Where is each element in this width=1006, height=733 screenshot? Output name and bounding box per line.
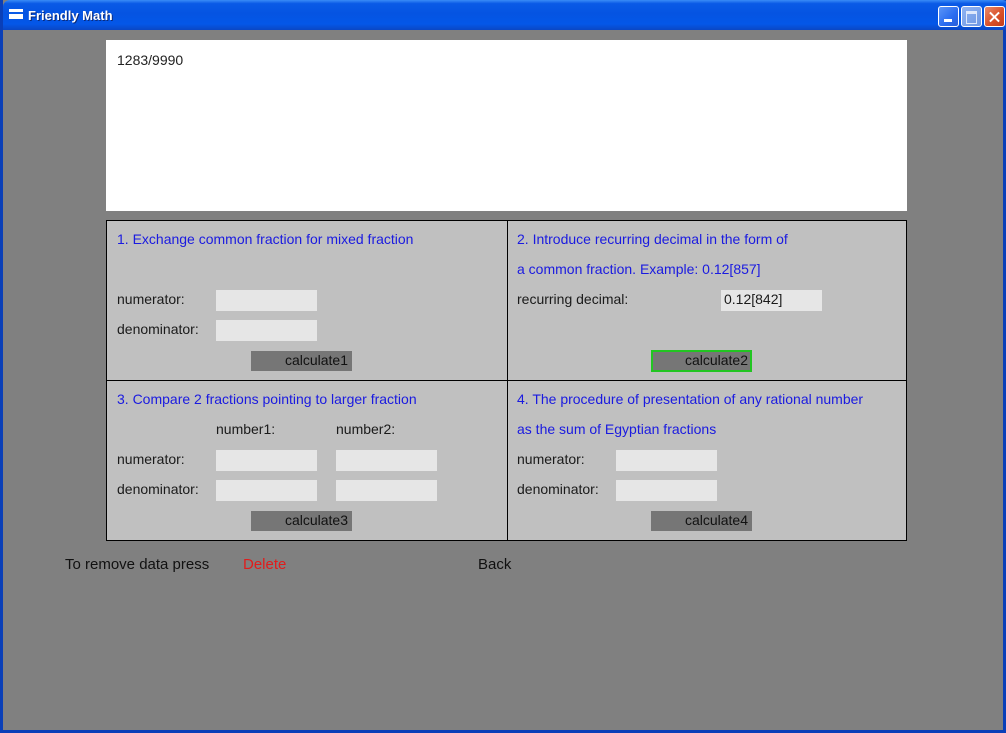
app-window-icon [9,9,23,19]
panel3-numerator-label: numerator: [117,451,185,467]
recurring-decimal-input[interactable]: 0.12[842] [721,290,822,311]
panel3-number2-numerator-input[interactable] [336,450,437,471]
window-title: Friendly Math [28,8,113,23]
panel4-title-line2: as the sum of Egyptian fractions [517,421,717,437]
result-text: 1283/9990 [117,52,184,68]
close-button[interactable] [984,6,1005,27]
calculator-panels: 1. Exchange common fraction for mixed fr… [106,220,907,541]
panel2-title-line2: a common fraction. Example: 0.12[857] [517,261,761,277]
panel1-title: 1. Exchange common fraction for mixed fr… [117,231,414,247]
panel3-denominator-label: denominator: [117,481,199,497]
calculate1-button[interactable]: calculate1 [251,351,352,371]
panel-divider-horizontal [107,380,906,381]
panel3-number2-denominator-input[interactable] [336,480,437,501]
panel4-denominator-label: denominator: [517,481,599,497]
delete-button[interactable]: Delete [243,556,286,573]
panel2-title-line1: 2. Introduce recurring decimal in the fo… [517,231,788,247]
panel1-denominator-label: denominator: [117,321,199,337]
panel3-number2-label: number2: [336,421,396,437]
panel4-title-line1: 4. The procedure of presentation of any … [517,391,864,407]
panel1-denominator-input[interactable] [216,320,317,341]
panel1-numerator-label: numerator: [117,291,185,307]
panel3-number1-label: number1: [216,421,276,437]
calculate4-button[interactable]: calculate4 [651,511,752,531]
panel4-denominator-input[interactable] [616,480,717,501]
calculate2-button[interactable]: calculate2 [651,350,752,372]
title-bar[interactable]: Friendly Math [3,0,1006,30]
calculate3-button[interactable]: calculate3 [251,511,352,531]
remove-data-hint: To remove data press [65,556,210,573]
panel4-numerator-label: numerator: [517,451,585,467]
back-button[interactable]: Back [478,556,511,573]
app-window: Friendly Math 1283/9990 1. Exchange comm… [0,0,1006,733]
panel2-decimal-label: recurring decimal: [517,291,629,307]
panel4-numerator-input[interactable] [616,450,717,471]
panel3-number1-denominator-input[interactable] [216,480,317,501]
result-display[interactable]: 1283/9990 [106,40,907,211]
panel3-number1-numerator-input[interactable] [216,450,317,471]
panel3-title: 3. Compare 2 fractions pointing to large… [117,391,417,407]
minimize-button[interactable] [938,6,959,27]
maximize-button[interactable] [961,6,982,27]
panel1-numerator-input[interactable] [216,290,317,311]
